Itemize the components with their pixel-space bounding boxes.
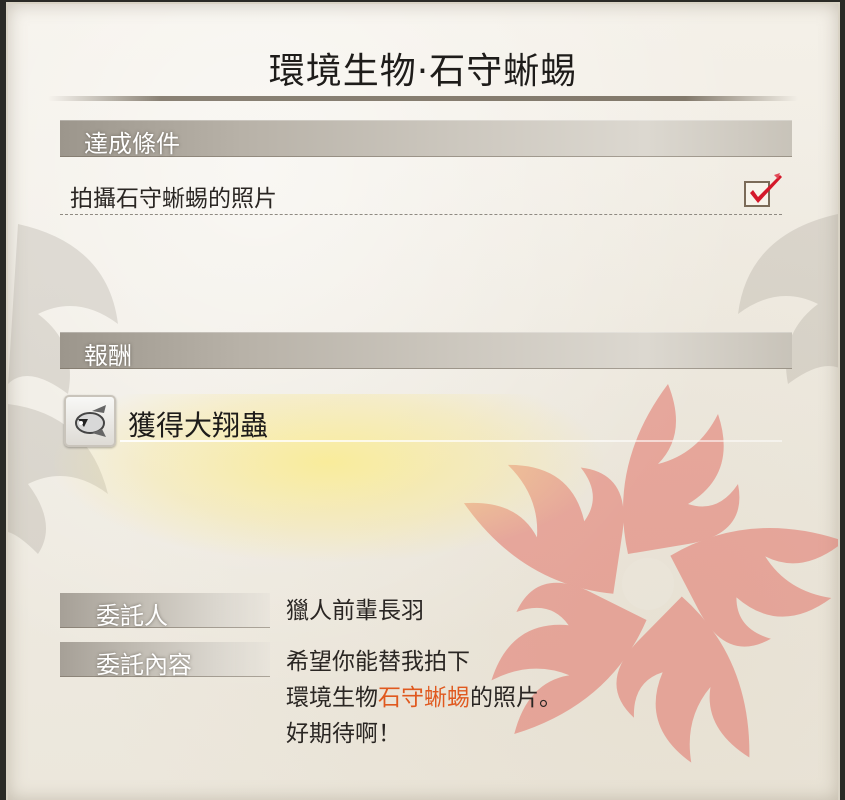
request-content: 希望你能替我拍下 環境生物石守蜥蜴的照片。 好期待啊！ [286,644,562,752]
quest-card: 環境生物·石守蜥蜴 達成條件 拍攝石守蜥蜴的照片 報酬 獲得大翔蟲 委託人 獵人… [8,4,838,800]
rewards-header-label: 報酬 [84,342,132,370]
request-label: 委託內容 [96,651,192,679]
condition-checkbox [744,173,782,207]
target-creature-name: 石守蜥蜴 [378,685,470,711]
reward-item-label: 獲得大翔蟲 [128,409,269,442]
title-divider [48,96,798,101]
conditions-header-label: 達成條件 [84,130,180,158]
reward-divider [120,440,782,442]
request-line-3: 好期待啊！ [286,721,401,747]
condition-divider [60,214,782,215]
request-line-2: 環境生物石守蜥蜴的照片。 [286,680,562,716]
conditions-header: 達成條件 [60,120,792,158]
client-label: 委託人 [96,602,168,630]
checkmark-icon [750,173,782,203]
client-label-tag: 委託人 [60,593,270,630]
request-line-2-prefix: 環境生物 [286,685,378,711]
condition-item: 拍攝石守蜥蜴的照片 [70,186,277,212]
client-value: 獵人前輩長羽 [286,598,424,624]
request-label-tag: 委託內容 [60,642,270,679]
request-line-2-suffix: 的照片。 [470,685,562,711]
request-line-1: 希望你能替我拍下 [286,649,470,675]
wirebug-icon [64,395,116,447]
left-emblem-decoration [8,224,118,554]
page-title: 環境生物·石守蜥蜴 [268,51,578,92]
rewards-header: 報酬 [60,332,792,370]
